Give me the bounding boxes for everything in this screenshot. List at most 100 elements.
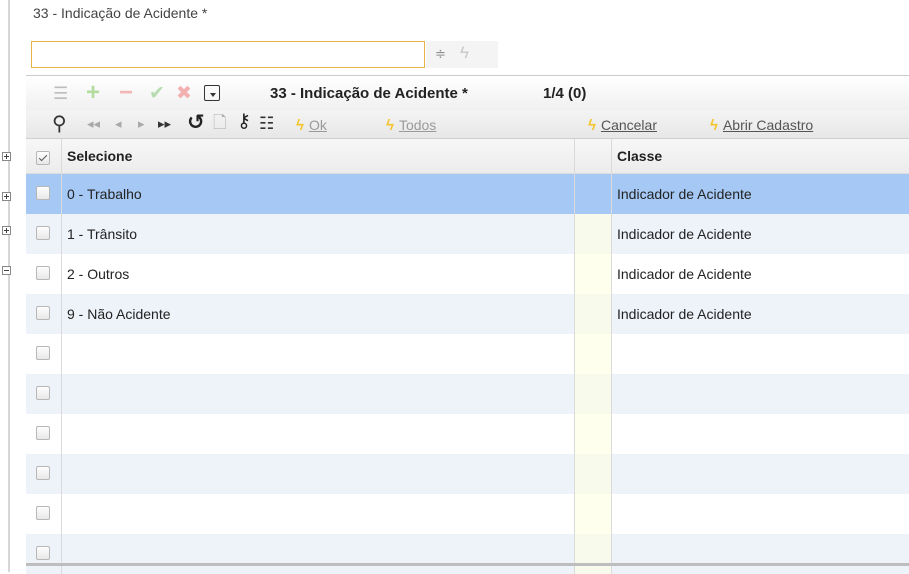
column-divider xyxy=(611,494,612,534)
table-row[interactable] xyxy=(26,454,909,494)
column-divider xyxy=(574,414,575,454)
ok-button[interactable]: ϟ Ok xyxy=(296,117,327,134)
checkbox[interactable] xyxy=(36,226,50,240)
todos-button[interactable]: ϟ Todos xyxy=(386,117,436,134)
row-mid-cell xyxy=(574,294,611,334)
table-row[interactable]: 0 - Trabalho Indicador de Acidente xyxy=(26,174,909,214)
column-divider xyxy=(61,254,62,294)
column-divider xyxy=(574,494,575,534)
row-checkbox-cell[interactable] xyxy=(26,214,61,254)
table-row[interactable] xyxy=(26,494,909,534)
lightning-bolt-icon[interactable]: ϟ xyxy=(460,43,469,63)
lookup-bottom-edge xyxy=(26,563,909,566)
lightning-bolt-icon: ϟ xyxy=(588,117,596,134)
field-label: 33 - Indicação de Acidente * xyxy=(33,5,208,21)
next-page-icon[interactable]: ▸ xyxy=(138,117,145,130)
row-checkbox-cell[interactable] xyxy=(26,374,61,414)
lookup-title: 33 - Indicação de Acidente * xyxy=(270,85,468,102)
checkbox[interactable] xyxy=(36,386,50,400)
spin-updown-icon[interactable]: ≑ xyxy=(435,46,446,62)
column-divider xyxy=(61,139,62,173)
column-divider xyxy=(61,494,62,534)
dropdown-icon[interactable] xyxy=(204,85,220,101)
row-classe: Indicador de Acidente xyxy=(617,226,752,242)
row-mid-cell xyxy=(574,174,611,214)
x-icon[interactable]: ✖ xyxy=(176,84,192,103)
table-row[interactable] xyxy=(26,414,909,454)
column-divider xyxy=(574,454,575,494)
table-row[interactable] xyxy=(26,334,909,374)
expand-plus-icon[interactable] xyxy=(2,226,11,235)
checkbox[interactable] xyxy=(36,426,50,440)
column-header-selecione[interactable]: Selecione xyxy=(67,148,132,164)
column-divider xyxy=(574,174,575,214)
expand-plus-icon[interactable] xyxy=(2,192,11,201)
check-icon[interactable]: ✔ xyxy=(149,84,165,103)
grid-header: Selecione Classe xyxy=(26,139,909,174)
table-row[interactable]: 1 - Trânsito Indicador de Acidente xyxy=(26,214,909,254)
row-checkbox-cell[interactable] xyxy=(26,454,61,494)
row-checkbox-cell[interactable] xyxy=(26,334,61,374)
row-mid-cell xyxy=(574,374,611,414)
search-icon[interactable]: ⚲ xyxy=(52,114,67,134)
key-icon[interactable]: ⚷ xyxy=(237,112,251,131)
cancelar-button[interactable]: ϟ Cancelar xyxy=(588,117,657,134)
checkbox[interactable] xyxy=(36,546,50,560)
checkbox[interactable] xyxy=(36,151,50,165)
row-checkbox-cell[interactable] xyxy=(26,174,61,214)
row-label: 2 - Outros xyxy=(67,266,130,282)
left-panel-border xyxy=(8,0,10,572)
export-document-icon[interactable]: 🗋 xyxy=(213,114,227,131)
table-row[interactable]: 9 - Não Acidente Indicador de Acidente xyxy=(26,294,909,334)
checkbox[interactable] xyxy=(36,186,50,200)
lookup-panel: ☰ + − ✔ ✖ 33 - Indicação de Acidente * 1… xyxy=(26,75,909,574)
row-checkbox-cell[interactable] xyxy=(26,294,61,334)
checkbox[interactable] xyxy=(36,466,50,480)
minus-icon[interactable]: − xyxy=(119,81,133,105)
row-classe: Indicador de Acidente xyxy=(617,186,752,202)
expand-plus-icon[interactable] xyxy=(2,152,11,161)
list-icon[interactable]: ☰ xyxy=(53,85,68,102)
list-edit-icon[interactable]: ☷ xyxy=(259,115,274,132)
lightning-bolt-icon: ϟ xyxy=(296,117,304,134)
column-divider xyxy=(611,254,612,294)
row-checkbox-cell[interactable] xyxy=(26,414,61,454)
row-checkbox-cell[interactable] xyxy=(26,494,61,534)
column-divider xyxy=(611,294,612,334)
column-header-classe[interactable]: Classe xyxy=(617,148,662,164)
prev-page-icon[interactable]: ◂ xyxy=(115,117,122,130)
plus-icon[interactable]: + xyxy=(86,81,100,105)
column-divider xyxy=(61,294,62,334)
column-divider xyxy=(61,534,62,574)
column-divider xyxy=(61,454,62,494)
column-divider xyxy=(611,374,612,414)
row-mid-cell xyxy=(574,534,611,574)
indicacao-acidente-input[interactable] xyxy=(31,41,425,68)
checkbox[interactable] xyxy=(36,506,50,520)
select-all-checkbox[interactable] xyxy=(26,139,61,173)
table-row[interactable] xyxy=(26,374,909,414)
first-page-icon[interactable]: ◂◂ xyxy=(87,117,100,130)
table-row[interactable] xyxy=(26,534,909,574)
last-page-icon[interactable]: ▸▸ xyxy=(158,117,171,130)
column-divider xyxy=(611,414,612,454)
row-checkbox-cell[interactable] xyxy=(26,254,61,294)
column-divider xyxy=(611,214,612,254)
row-mid-cell xyxy=(574,454,611,494)
lightning-bolt-icon: ϟ xyxy=(710,117,718,134)
column-divider xyxy=(574,534,575,574)
table-row[interactable]: 2 - Outros Indicador de Acidente xyxy=(26,254,909,294)
collapse-minus-icon[interactable] xyxy=(2,266,11,275)
checkbox[interactable] xyxy=(36,346,50,360)
row-mid-cell xyxy=(574,254,611,294)
lightning-bolt-icon: ϟ xyxy=(386,117,394,134)
abrir-cadastro-button[interactable]: ϟ Abrir Cadastro xyxy=(710,117,813,134)
checkbox[interactable] xyxy=(36,266,50,280)
undo-icon[interactable]: ↺ xyxy=(187,112,205,133)
column-divider xyxy=(61,174,62,214)
checkbox[interactable] xyxy=(36,306,50,320)
row-label: 9 - Não Acidente xyxy=(67,306,171,322)
grid-body: 0 - Trabalho Indicador de Acidente 1 - Trâ… xyxy=(26,174,909,574)
row-checkbox-cell[interactable] xyxy=(26,534,61,574)
column-divider xyxy=(611,454,612,494)
